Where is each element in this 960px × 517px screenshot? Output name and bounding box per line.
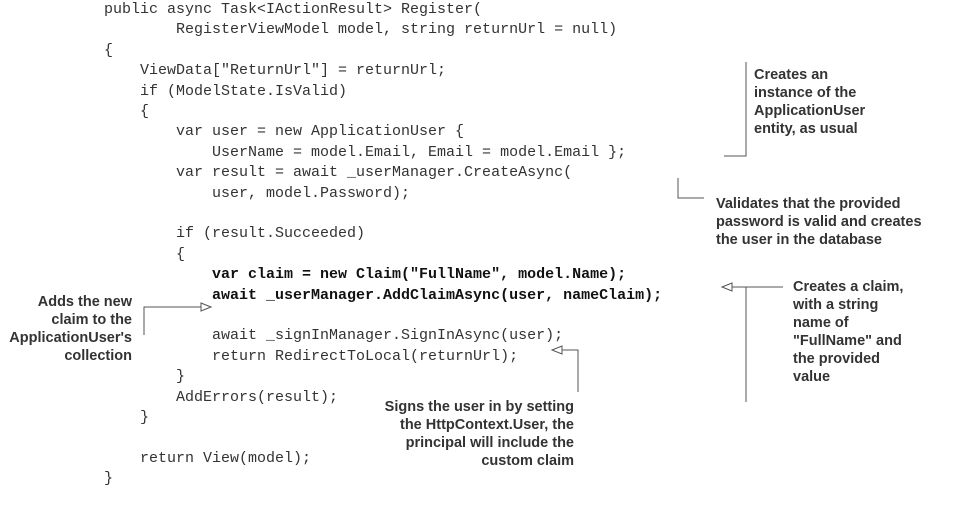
annotation-validate-password: Validates that the provided password is v… bbox=[716, 196, 922, 248]
callout-add-claim-line bbox=[143, 306, 201, 335]
callout-create-claim-line bbox=[732, 286, 747, 402]
annotation-add-claim: Adds the new claim to the ApplicationUser'… bbox=[9, 294, 132, 364]
callout-add-claim-arrow bbox=[200, 302, 213, 312]
callout-sign-in-line bbox=[562, 349, 579, 392]
callout-validate-line bbox=[677, 178, 704, 199]
callout-create-claim-arrow bbox=[720, 282, 733, 292]
callout-sign-in-arrow bbox=[550, 345, 563, 355]
annotation-sign-in: Signs the user in by setting the HttpCont… bbox=[384, 399, 574, 469]
annotation-create-user: Creates an instance of the ApplicationUser… bbox=[754, 67, 866, 137]
callout-create-user-line bbox=[724, 62, 747, 157]
annotation-create-claim: Creates a claim, with a string name of "Ful… bbox=[793, 279, 904, 385]
